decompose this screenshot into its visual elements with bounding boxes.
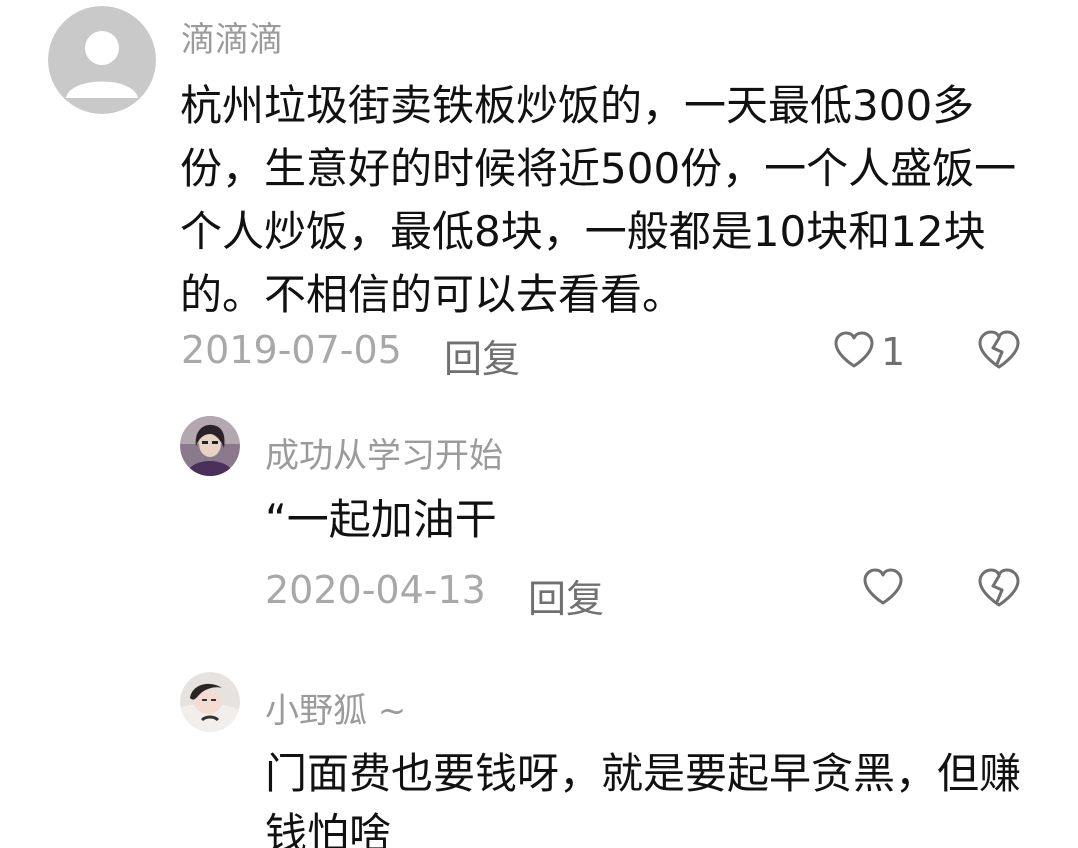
user-avatar[interactable] [180,672,240,732]
like-count: 1 [881,330,906,374]
comment-text: 杭州垃圾街卖铁板炒饭的，一天最低300多份，生意好的时候将近500份，一个人盛饭… [180,81,1017,319]
comment-username[interactable]: 小野狐 ~ [265,683,406,732]
comment-username[interactable]: 滴滴滴 [181,12,283,61]
user-avatar[interactable] [180,416,240,476]
default-avatar-icon[interactable] [48,6,156,114]
reply-button[interactable]: 回复 [528,568,604,623]
broken-heart-icon [977,568,1021,612]
comment-text: “一起加油干 [265,495,497,544]
broken-heart-icon [977,330,1021,374]
comment-date: 2019-07-05 [181,328,402,372]
dislike-button[interactable] [977,568,1021,612]
comment-username[interactable]: 成功从学习开始 [265,428,503,477]
comment-date: 2020-04-13 [265,568,486,612]
reply-button[interactable]: 回复 [444,328,520,383]
like-button[interactable] [862,568,904,610]
dislike-button[interactable] [977,330,1021,374]
comment-thread: 滴滴滴 杭州垃圾街卖铁板炒饭的，一天最低300多份，生意好的时候将近500份，一… [0,0,1078,848]
heart-outline-icon [833,331,875,373]
like-button[interactable]: 1 [833,330,905,374]
comment-text: 门面费也要钱呀，就是要起早贪黑，但赚钱怕啥 [265,749,1022,848]
heart-outline-icon [862,568,904,610]
